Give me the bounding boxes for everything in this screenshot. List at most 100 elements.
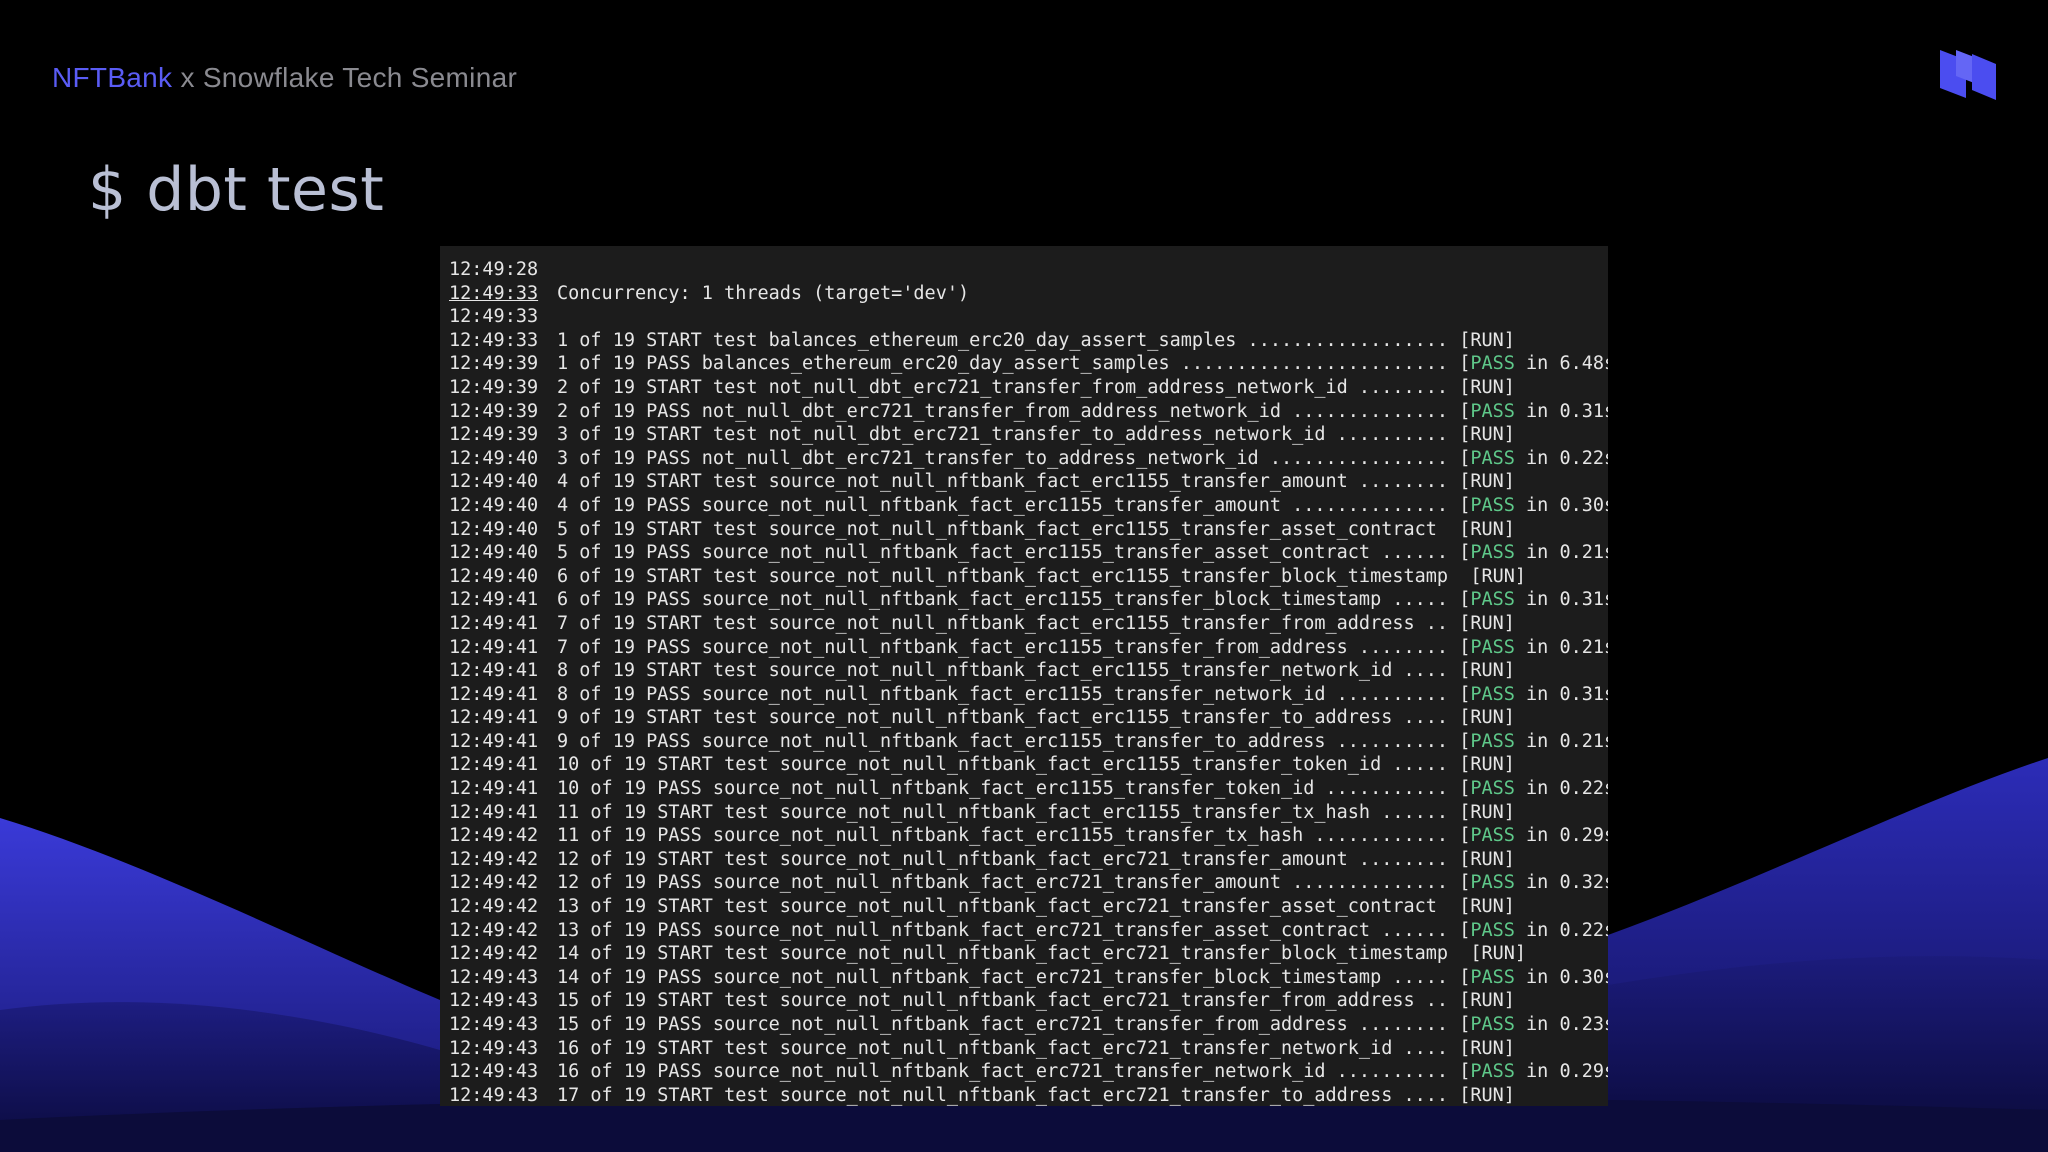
log-status-pass: [PASS in 0.22s] [1459, 919, 1608, 941]
log-status-run: [RUN] [1459, 424, 1515, 446]
log-line: 12:49:43 15 of 19 START test source_not_n… [449, 989, 1608, 1013]
log-status-run: [RUN] [1459, 660, 1515, 682]
log-line: 12:49:42 12 of 19 START test source_not_n… [449, 848, 1608, 872]
log-message: 8 of 19 START test source_not_null_nftba… [557, 660, 1460, 682]
log-status-run: [RUN] [1459, 612, 1515, 634]
log-message: 7 of 19 PASS source_not_null_nftbank_fac… [557, 636, 1460, 658]
log-status-run: [RUN] [1459, 848, 1515, 870]
log-status-run: [RUN] [1459, 707, 1515, 729]
log-message: 15 of 19 START test source_not_null_nftb… [557, 990, 1460, 1012]
log-status-pass: [PASS in 0.31s] [1459, 589, 1608, 611]
log-status-pass: [PASS in 0.22s] [1459, 447, 1608, 469]
log-message: 14 of 19 START test source_not_null_nftb… [557, 943, 1471, 965]
log-timestamp: 12:49:40 [449, 447, 539, 469]
log-line: 12:49:42 13 of 19 PASS source_not_null_nf… [449, 919, 1608, 943]
log-timestamp: 12:49:41 [449, 730, 539, 752]
log-message: 4 of 19 START test source_not_null_nftba… [557, 471, 1460, 493]
log-line: 12:49:33 [449, 305, 1608, 329]
log-status-run: [RUN] [1459, 896, 1515, 918]
log-timestamp: 12:49:41 [449, 636, 539, 658]
log-timestamp: 12:49:39 [449, 376, 539, 398]
log-status-pass: [PASS in 0.30s] [1459, 494, 1608, 516]
log-message: 13 of 19 START test source_not_null_nftb… [557, 896, 1460, 918]
log-line: 12:49:39 1 of 19 PASS balances_ethereum_e… [449, 352, 1608, 376]
log-message: Concurrency: 1 threads (target='dev') [557, 282, 970, 304]
log-line: 12:49:39 2 of 19 PASS not_null_dbt_erc721… [449, 400, 1608, 424]
log-line: 12:49:39 3 of 19 START test not_null_dbt_… [449, 423, 1608, 447]
log-timestamp: 12:49:33 [449, 282, 539, 304]
log-list: 12:49:28 12:49:33 Concurrency: 1 threads (… [449, 258, 1608, 1106]
log-message: 12 of 19 PASS source_not_null_nftbank_fa… [557, 872, 1460, 894]
log-message: 3 of 19 PASS not_null_dbt_erc721_transfe… [557, 447, 1460, 469]
log-status-pass: [PASS in 0.30s] [1459, 966, 1608, 988]
log-timestamp: 12:49:40 [449, 471, 539, 493]
log-timestamp: 12:49:41 [449, 683, 539, 705]
log-timestamp: 12:49:40 [449, 518, 539, 540]
log-message: 3 of 19 START test not_null_dbt_erc721_t… [557, 424, 1460, 446]
log-line: 12:49:41 10 of 19 PASS source_not_null_nf… [449, 777, 1608, 801]
log-timestamp: 12:49:42 [449, 896, 539, 918]
log-line: 12:49:43 15 of 19 PASS source_not_null_nf… [449, 1013, 1608, 1037]
log-timestamp: 12:49:41 [449, 612, 539, 634]
log-message: 13 of 19 PASS source_not_null_nftbank_fa… [557, 919, 1460, 941]
log-line: 12:49:41 9 of 19 START test source_not_nu… [449, 706, 1608, 730]
log-timestamp: 12:49:40 [449, 494, 539, 516]
log-status-run: [RUN] [1459, 801, 1515, 823]
log-line: 12:49:41 7 of 19 START test source_not_nu… [449, 612, 1608, 636]
log-line: 12:49:43 16 of 19 START test source_not_n… [449, 1037, 1608, 1061]
log-timestamp: 12:49:42 [449, 919, 539, 941]
log-timestamp: 12:49:39 [449, 353, 539, 375]
log-timestamp: 12:49:40 [449, 565, 539, 587]
log-status-run: [RUN] [1470, 943, 1527, 965]
log-timestamp: 12:49:33 [449, 306, 539, 328]
log-message: 14 of 19 PASS source_not_null_nftbank_fa… [557, 966, 1460, 988]
log-line: 12:49:33 Concurrency: 1 threads (target='… [449, 282, 1608, 306]
log-timestamp: 12:49:28 [449, 259, 539, 280]
log-message: 12 of 19 START test source_not_null_nftb… [557, 848, 1460, 870]
log-status-run: [RUN] [1459, 1084, 1515, 1106]
brand-name: NFTBank [52, 62, 173, 93]
log-timestamp: 12:49:41 [449, 801, 539, 823]
log-line: 12:49:40 6 of 19 START test source_not_nu… [449, 565, 1608, 589]
terminal-output[interactable]: 12:49:28 12:49:33 Concurrency: 1 threads (… [440, 246, 1608, 1106]
log-timestamp: 12:49:43 [449, 966, 539, 988]
log-message: 11 of 19 START test source_not_null_nftb… [557, 801, 1460, 823]
log-status-pass: [PASS in 0.32s] [1459, 872, 1608, 894]
log-status-pass: [PASS in 6.48s] [1459, 353, 1608, 375]
log-status-pass: [PASS in 0.21s] [1459, 636, 1608, 658]
log-message: 16 of 19 PASS source_not_null_nftbank_fa… [557, 1061, 1460, 1083]
log-timestamp: 12:49:43 [449, 1037, 539, 1059]
log-message: 5 of 19 START test source_not_null_nftba… [557, 518, 1460, 540]
log-message: 2 of 19 PASS not_null_dbt_erc721_transfe… [557, 400, 1460, 422]
log-message: 2 of 19 START test not_null_dbt_erc721_t… [557, 376, 1460, 398]
log-timestamp: 12:49:43 [449, 1014, 539, 1035]
log-status-pass: [PASS in 0.31s] [1459, 683, 1608, 705]
log-line: 12:49:41 9 of 19 PASS source_not_null_nft… [449, 730, 1608, 754]
log-message: 7 of 19 START test source_not_null_nftba… [557, 612, 1460, 634]
seminar-header: NFTBank x Snowflake Tech Seminar [52, 62, 517, 94]
log-timestamp: 12:49:33 [449, 329, 539, 351]
nftbank-logo-icon [1940, 50, 1996, 100]
log-line: 12:49:43 14 of 19 PASS source_not_null_nf… [449, 966, 1608, 990]
log-line: 12:49:41 8 of 19 START test source_not_nu… [449, 659, 1608, 683]
log-status-pass: [PASS in 0.29s] [1459, 1061, 1608, 1083]
log-message: 4 of 19 PASS source_not_null_nftbank_fac… [557, 494, 1460, 516]
log-status-run: [RUN] [1470, 565, 1527, 587]
log-line: 12:49:42 14 of 19 START test source_not_n… [449, 942, 1608, 966]
slide-title: $ dbt test [88, 155, 385, 225]
log-timestamp: 12:49:42 [449, 872, 539, 894]
log-message: 8 of 19 PASS source_not_null_nftbank_fac… [557, 683, 1460, 705]
log-timestamp: 12:49:39 [449, 400, 539, 422]
log-line: 12:49:39 2 of 19 START test not_null_dbt_… [449, 376, 1608, 400]
log-line: 12:49:40 5 of 19 PASS source_not_null_nft… [449, 541, 1608, 565]
log-status-run: [RUN] [1459, 329, 1515, 351]
log-line: 12:49:28 [449, 258, 1608, 282]
log-timestamp: 12:49:41 [449, 754, 539, 776]
log-status-run: [RUN] [1459, 990, 1515, 1012]
log-timestamp: 12:49:42 [449, 943, 539, 965]
log-status-run: [RUN] [1459, 1037, 1515, 1059]
log-line: 12:49:41 6 of 19 PASS source_not_null_nft… [449, 588, 1608, 612]
log-status-run: [RUN] [1459, 518, 1515, 540]
log-timestamp: 12:49:43 [449, 1084, 539, 1106]
log-status-pass: [PASS in 0.29s] [1459, 825, 1608, 847]
